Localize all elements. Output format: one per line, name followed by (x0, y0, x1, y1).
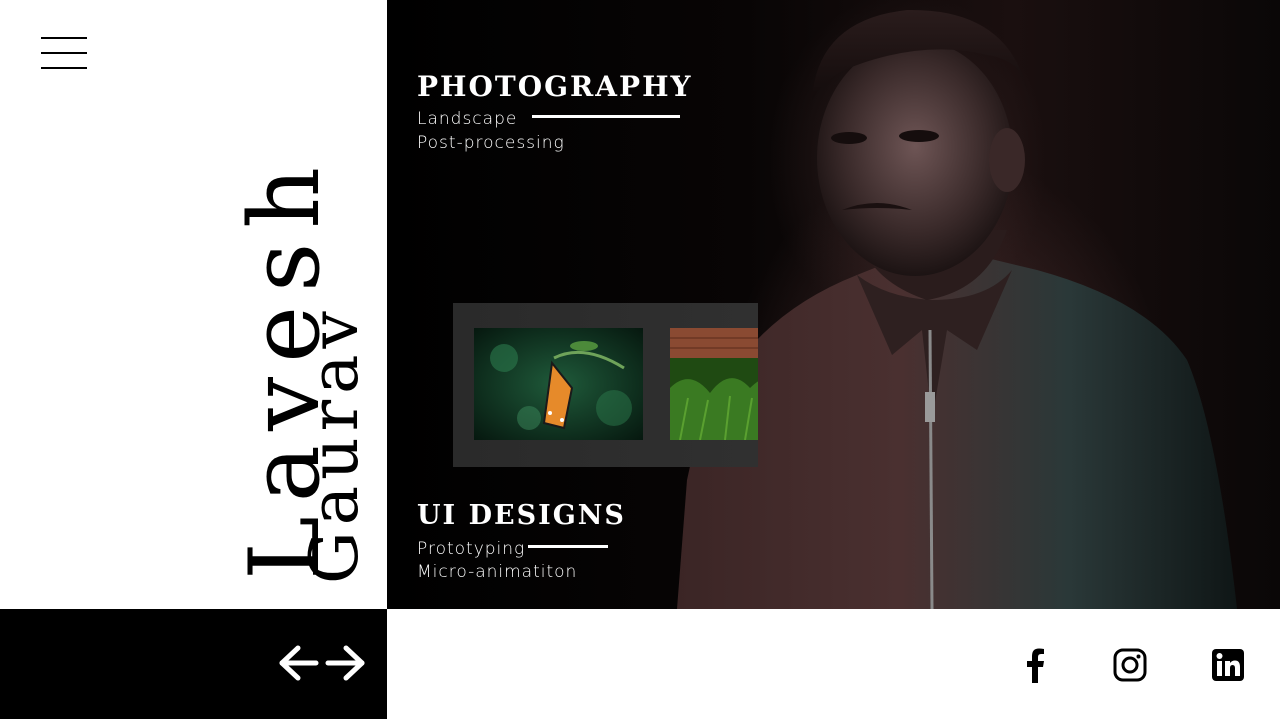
photography-item-landscape: Landscape (417, 109, 518, 129)
ui-designs-title: UI DESIGNS (417, 500, 626, 531)
ui-designs-rule (528, 545, 608, 548)
linkedin-icon[interactable] (1210, 647, 1246, 683)
gallery-thumb-grass[interactable] (670, 328, 758, 440)
photo-gallery[interactable] (453, 303, 758, 467)
name-last: Gaurav (296, 305, 373, 584)
photography-item-post-processing: Post-processing (417, 133, 565, 153)
instagram-icon[interactable] (1112, 647, 1148, 683)
photography-rule (532, 115, 680, 118)
facebook-icon[interactable] (1018, 647, 1054, 683)
grass-brick-wall-photo (670, 328, 758, 440)
hamburger-menu-icon[interactable] (41, 37, 87, 71)
left-right-arrows-icon[interactable] (278, 643, 366, 683)
butterfly-photo (474, 328, 643, 440)
hero-banner: PHOTOGRAPHY Landscape Post-processing UI… (387, 0, 1280, 609)
ui-designs-item-micro-animation: Micro-animatiton (417, 562, 578, 582)
left-panel: Lavesh Gaurav (0, 0, 387, 609)
photography-title: PHOTOGRAPHY (417, 70, 693, 103)
ui-designs-item-prototyping: Prototyping (417, 539, 526, 559)
gallery-thumb-butterfly[interactable] (474, 328, 643, 440)
